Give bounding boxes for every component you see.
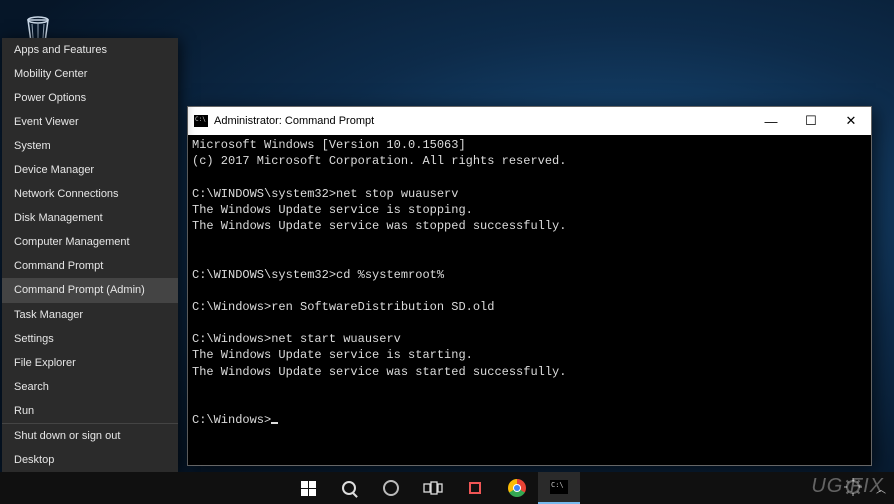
cmd-prompt: C:\Windows> xyxy=(192,300,271,314)
winx-command-prompt-admin[interactable]: Command Prompt (Admin) xyxy=(2,278,178,302)
cmd-cursor xyxy=(271,422,278,424)
cmd-output: The Windows Update service was started s… xyxy=(192,365,566,379)
taskbar-center: C:\ xyxy=(288,472,580,504)
taskbar-chrome[interactable] xyxy=(496,472,538,504)
cmd-prompt: C:\Windows> xyxy=(192,413,271,427)
cmd-line: (c) 2017 Microsoft Corporation. All righ… xyxy=(192,154,566,168)
cmd-input: cd %systemroot% xyxy=(336,268,444,282)
winx-settings[interactable]: Settings xyxy=(2,327,178,351)
task-view-icon xyxy=(423,481,443,495)
winx-menu: Apps and Features Mobility Center Power … xyxy=(2,38,178,472)
chrome-icon xyxy=(508,479,526,497)
cmd-output: The Windows Update service was stopped s… xyxy=(192,219,566,233)
maximize-button[interactable]: ☐ xyxy=(791,107,831,135)
winx-system[interactable]: System xyxy=(2,134,178,158)
winx-search[interactable]: Search xyxy=(2,375,178,399)
winx-power-options[interactable]: Power Options xyxy=(2,86,178,110)
cmd-icon xyxy=(194,115,208,127)
winx-desktop[interactable]: Desktop xyxy=(2,448,178,472)
app-icon xyxy=(469,482,481,494)
cmd-body[interactable]: Microsoft Windows [Version 10.0.15063] (… xyxy=(188,135,871,465)
winx-device-manager[interactable]: Device Manager xyxy=(2,158,178,182)
taskbar: C:\ ︿ xyxy=(0,472,894,504)
winx-shutdown[interactable]: Shut down or sign out xyxy=(2,424,178,448)
winx-run[interactable]: Run xyxy=(2,399,178,423)
winx-computer-management[interactable]: Computer Management xyxy=(2,230,178,254)
taskbar-cmd[interactable]: C:\ xyxy=(538,472,580,504)
winx-apps-and-features[interactable]: Apps and Features xyxy=(2,38,178,62)
cmd-input: net start wuauserv xyxy=(271,332,401,346)
cmd-prompt: C:\WINDOWS\system32> xyxy=(192,187,336,201)
cmd-output: The Windows Update service is starting. xyxy=(192,348,473,362)
cmd-titlebar[interactable]: Administrator: Command Prompt — ☐ ✕ xyxy=(188,107,871,135)
taskbar-task-view[interactable] xyxy=(412,472,454,504)
cortana-icon xyxy=(383,480,399,496)
taskbar-cortana[interactable] xyxy=(370,472,412,504)
watermark: UG FIX xyxy=(811,475,884,498)
cmd-input: ren SoftwareDistribution SD.old xyxy=(271,300,494,314)
cmd-line: Microsoft Windows [Version 10.0.15063] xyxy=(192,138,466,152)
winx-command-prompt[interactable]: Command Prompt xyxy=(2,254,178,278)
winx-mobility-center[interactable]: Mobility Center xyxy=(2,62,178,86)
winx-event-viewer[interactable]: Event Viewer xyxy=(2,110,178,134)
cmd-input: net stop wuauserv xyxy=(336,187,458,201)
taskbar-search[interactable] xyxy=(328,472,370,504)
winx-task-manager[interactable]: Task Manager xyxy=(2,303,178,327)
windows-logo-icon xyxy=(301,481,316,496)
cmd-window: Administrator: Command Prompt — ☐ ✕ Micr… xyxy=(187,106,872,466)
cmd-taskbar-icon: C:\ xyxy=(551,481,564,489)
cmd-output: The Windows Update service is stopping. xyxy=(192,203,473,217)
cmd-prompt: C:\WINDOWS\system32> xyxy=(192,268,336,282)
close-button[interactable]: ✕ xyxy=(831,107,871,135)
cmd-prompt: C:\Windows> xyxy=(192,332,271,346)
winx-file-explorer[interactable]: File Explorer xyxy=(2,351,178,375)
cmd-title: Administrator: Command Prompt xyxy=(214,115,374,127)
minimize-button[interactable]: — xyxy=(751,107,791,135)
gear-icon xyxy=(843,477,863,497)
winx-network-connections[interactable]: Network Connections xyxy=(2,182,178,206)
winx-disk-management[interactable]: Disk Management xyxy=(2,206,178,230)
start-button[interactable] xyxy=(288,472,328,504)
taskbar-app-1[interactable] xyxy=(454,472,496,504)
search-icon xyxy=(342,481,356,495)
